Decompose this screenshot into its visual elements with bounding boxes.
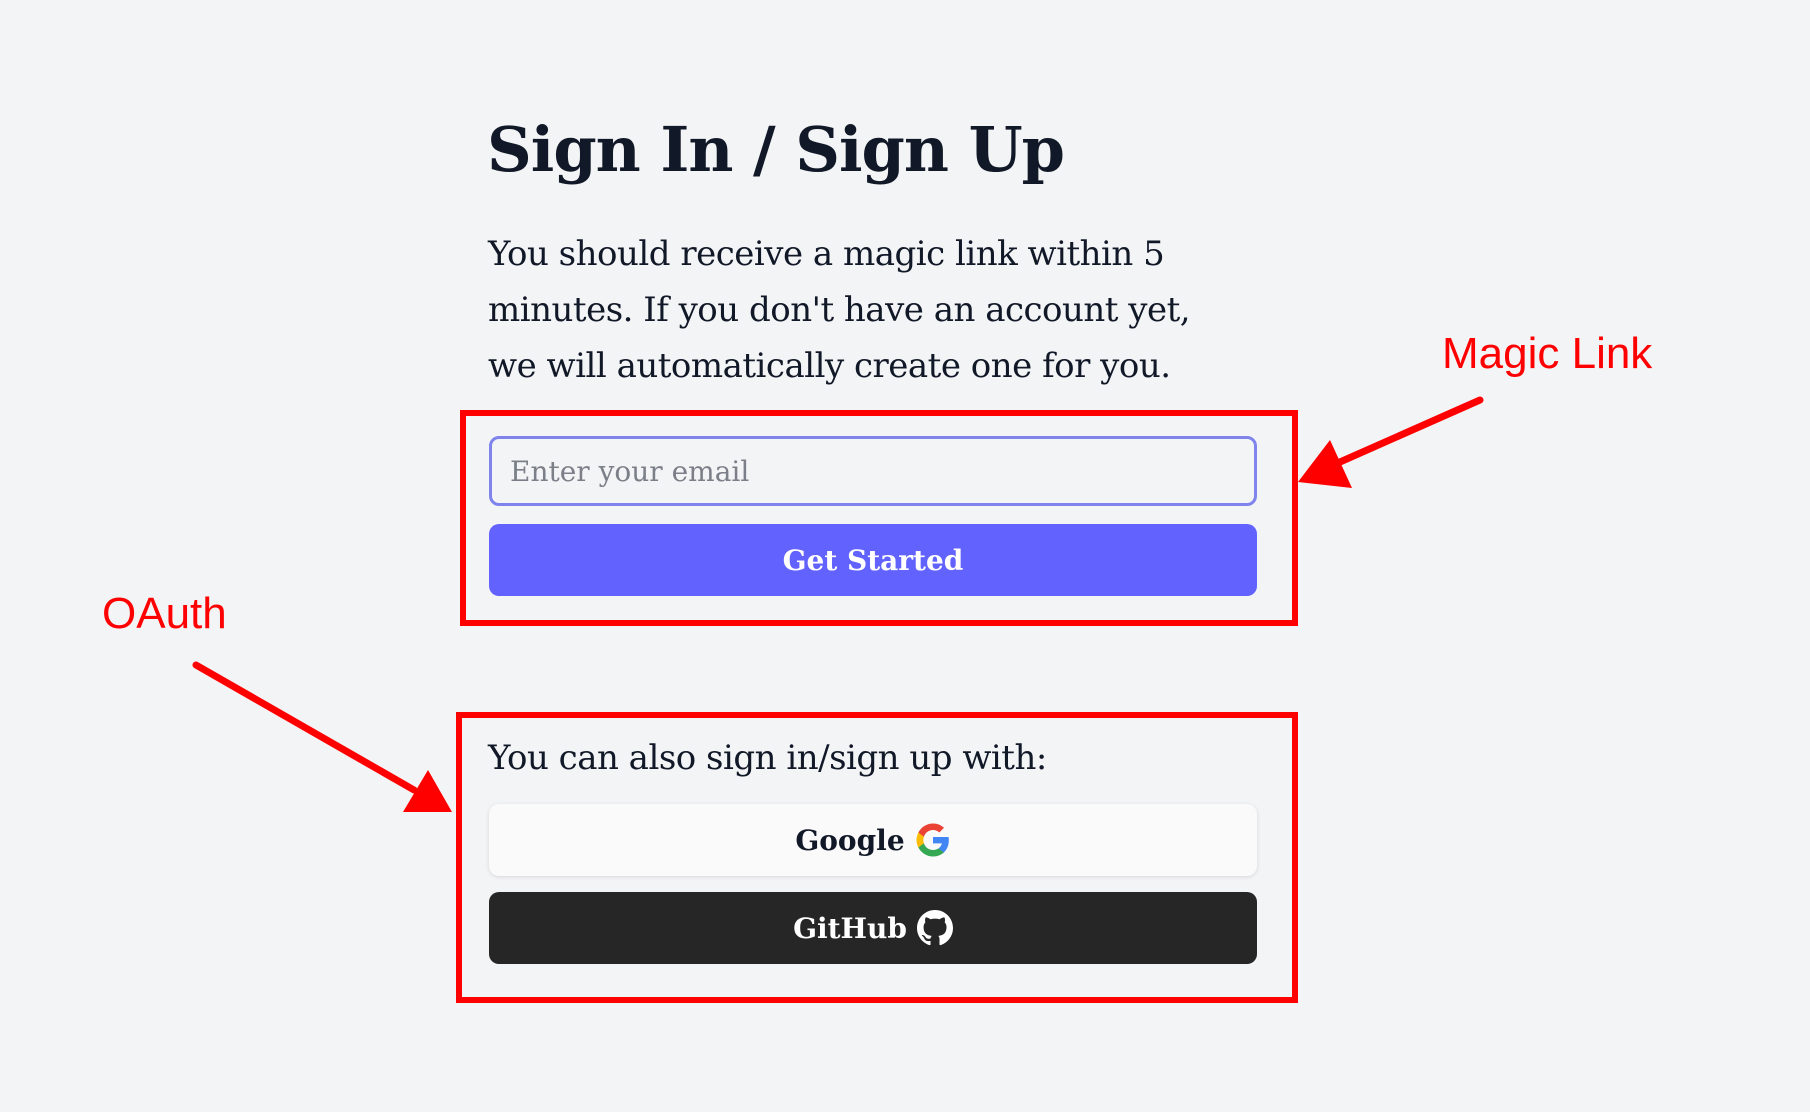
oauth-highlight-box [456,712,1298,1003]
oauth-arrow [192,661,452,812]
magic-link-annotation-label: Magic Link [1442,329,1653,378]
magic-link-arrow [1298,396,1484,488]
magic-link-highlight-box [460,410,1298,626]
oauth-annotation-label: OAuth [102,589,227,638]
magic-link-description: You should receive a magic link within 5… [488,234,1191,386]
page-title: Sign In / Sign Up [487,113,1065,186]
